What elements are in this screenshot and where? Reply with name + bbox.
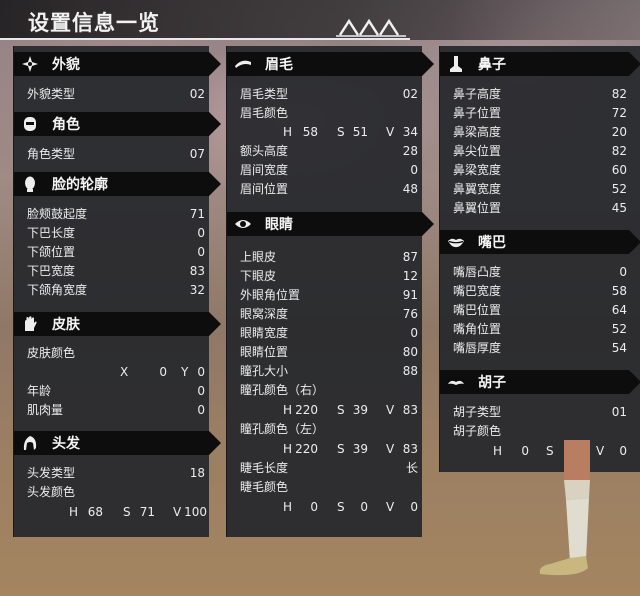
row-pupil-color-left: 瞳孔颜色（左） (240, 422, 325, 436)
row-brow-gap-width: 眉间宽度 0 (240, 163, 418, 177)
beard-icon (447, 373, 465, 391)
row-eye-socket-depth: 眼窝深度 76 (240, 307, 418, 321)
row-hair-color: 头发颜色 (27, 485, 76, 499)
nose-icon (447, 55, 465, 73)
row-eyebrow-type: 眉毛类型 02 (240, 87, 418, 101)
panel-appearance: 外貌 外貌类型 02 角色 角色类型 07 脸的轮廓 脸颊鼓起度 71 下巴长度 0 下… (13, 46, 209, 537)
section-header-hair: 头发 (14, 431, 221, 455)
row-eye-position: 眼睛位置 80 (240, 345, 418, 359)
row-lip-protrusion: 嘴唇凸度 0 (453, 265, 627, 279)
title-underline (0, 38, 410, 40)
row-beard-color: 胡子颜色 (453, 424, 502, 438)
eye-icon (234, 215, 252, 233)
row-mouth-corner: 嘴角位置 52 (453, 322, 627, 336)
row-mouth-position: 嘴巴位置 64 (453, 303, 627, 317)
row-bridge-height: 鼻梁高度 20 (453, 125, 627, 139)
row-beard-type: 胡子类型 01 (453, 405, 627, 419)
eyebrow-color-hsv: H 58 S 51 V 34 (283, 125, 418, 139)
row-outer-eye-corner: 外眼角位置 91 (240, 288, 418, 302)
row-chin-length: 下巴长度 0 (27, 226, 205, 240)
row-nose-tip-position: 鼻尖位置 82 (453, 144, 627, 158)
hair-icon (21, 434, 39, 452)
row-lip-thickness: 嘴唇厚度 54 (453, 341, 627, 355)
row-cheek-puff: 脸颊鼓起度 71 (27, 207, 205, 221)
row-jaw-angle-width: 下颌角宽度 32 (27, 283, 205, 297)
row-chin-width: 下巴宽度 83 (27, 264, 205, 278)
section-header-appearance: 外貌 (14, 52, 221, 76)
pupil-right-hsv: H 220 S 39 V 83 (283, 403, 418, 417)
panel-eyebrow-eyes: 眉毛 眉毛类型 02 眉毛颜色 H 58 S 51 V 34 额头高度 28 眉间宽度 0 … (226, 46, 422, 537)
hair-color-hsv: H 68 S 71 V 100 (69, 505, 207, 519)
character-icon (21, 115, 39, 133)
row-nostril-width: 鼻翼宽度 52 (453, 182, 627, 196)
crest-emblem-icon (336, 18, 406, 37)
section-header-eyes: 眼睛 (227, 212, 434, 236)
row-nose-height: 鼻子高度 82 (453, 87, 627, 101)
face-contour-icon (21, 175, 39, 193)
row-muscle: 肌肉量 0 (27, 403, 205, 417)
row-forehead-height: 额头高度 28 (240, 144, 418, 158)
row-nostril-position: 鼻翼位置 45 (453, 201, 627, 215)
row-hair-type: 头发类型 18 (27, 466, 205, 480)
row-age: 年龄 0 (27, 384, 205, 398)
section-header-beard: 胡子 (440, 370, 640, 394)
section-header-nose: 鼻子 (440, 52, 640, 76)
row-skin-color: 皮肤颜色 (27, 346, 76, 360)
row-appearance-type: 外貌类型 02 (27, 87, 205, 101)
row-mouth-width: 嘴巴宽度 58 (453, 284, 627, 298)
row-eyebrow-color: 眉毛颜色 (240, 106, 289, 120)
row-eye-width: 眼睛宽度 0 (240, 326, 418, 340)
page-title: 设置信息一览 (28, 11, 160, 35)
row-lower-eyelid: 下眼皮 12 (240, 269, 418, 283)
row-brow-gap-position: 眉间位置 48 (240, 182, 418, 196)
row-upper-eyelid: 上眼皮 87 (240, 250, 418, 264)
section-header-face-contour: 脸的轮廓 (14, 172, 221, 196)
row-nose-position: 鼻子位置 72 (453, 106, 627, 120)
section-header-mouth: 嘴巴 (440, 230, 640, 254)
row-pupil-size: 瞳孔大小 88 (240, 364, 418, 378)
row-pupil-color-right: 瞳孔颜色（右） (240, 383, 325, 397)
row-lash-color: 睫毛颜色 (240, 480, 289, 494)
row-bridge-width: 鼻梁宽度 60 (453, 163, 627, 177)
section-header-skin: 皮肤 (14, 312, 221, 336)
skin-color-xy: X0 Y0 (120, 365, 205, 379)
pupil-left-hsv: H 220 S 39 V 83 (283, 442, 418, 456)
section-header-eyebrow: 眉毛 (227, 52, 434, 76)
skin-icon (21, 315, 39, 333)
appearance-icon (21, 55, 39, 73)
eyebrow-icon (234, 55, 252, 73)
mouth-icon (447, 233, 465, 251)
row-jaw-position: 下颌位置 0 (27, 245, 205, 259)
row-character-type: 角色类型 07 (27, 147, 205, 161)
section-header-character: 角色 (14, 112, 221, 136)
row-lash-length: 睫毛长度长 (240, 461, 418, 475)
panel-nose-mouth-beard: 鼻子 鼻子高度 82 鼻子位置 72 鼻梁高度 20 鼻尖位置 82 鼻梁宽度 60 鼻翼… (439, 46, 640, 472)
lash-color-hsv: H0 S0 V0 (283, 500, 418, 514)
character-leg-figure (539, 440, 590, 576)
